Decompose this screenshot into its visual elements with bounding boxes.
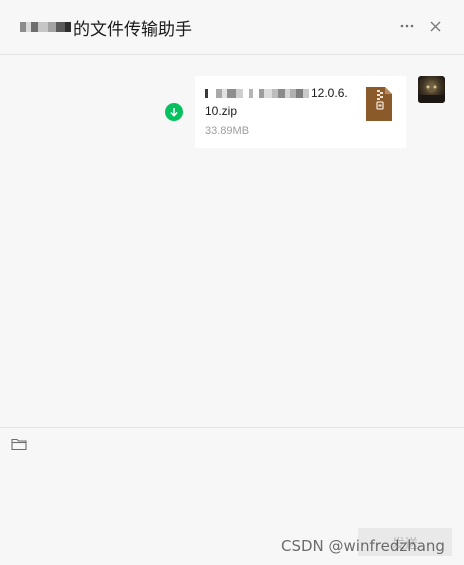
chat-title: 的文件传输助手 <box>20 16 192 39</box>
avatar[interactable] <box>418 76 445 103</box>
message-composer[interactable]: 发送 <box>0 427 464 565</box>
zip-file-icon <box>366 87 392 121</box>
send-button[interactable]: 发送 <box>358 528 452 556</box>
file-name-line2: 10.zip <box>205 104 238 118</box>
chat-window: 的文件传输助手 12.0.6. 10.zip 33.89MB 发送 CSDN @… <box>0 0 464 565</box>
close-icon[interactable] <box>424 15 446 37</box>
chat-header: 的文件传输助手 <box>0 0 464 55</box>
more-dots-icon[interactable] <box>396 15 418 37</box>
chat-title-text: 的文件传输助手 <box>73 19 192 39</box>
file-message-bubble[interactable]: 12.0.6. 10.zip 33.89MB <box>195 76 406 148</box>
message-list: 12.0.6. 10.zip 33.89MB <box>0 55 464 427</box>
redacted-name <box>20 20 71 34</box>
file-name-line1: 12.0.6. <box>205 84 355 102</box>
redacted-file-name <box>205 86 309 100</box>
file-name-tail: 12.0.6. <box>311 86 348 100</box>
file-size: 33.89MB <box>205 125 250 137</box>
download-icon[interactable] <box>165 103 183 121</box>
folder-icon[interactable] <box>11 437 27 451</box>
